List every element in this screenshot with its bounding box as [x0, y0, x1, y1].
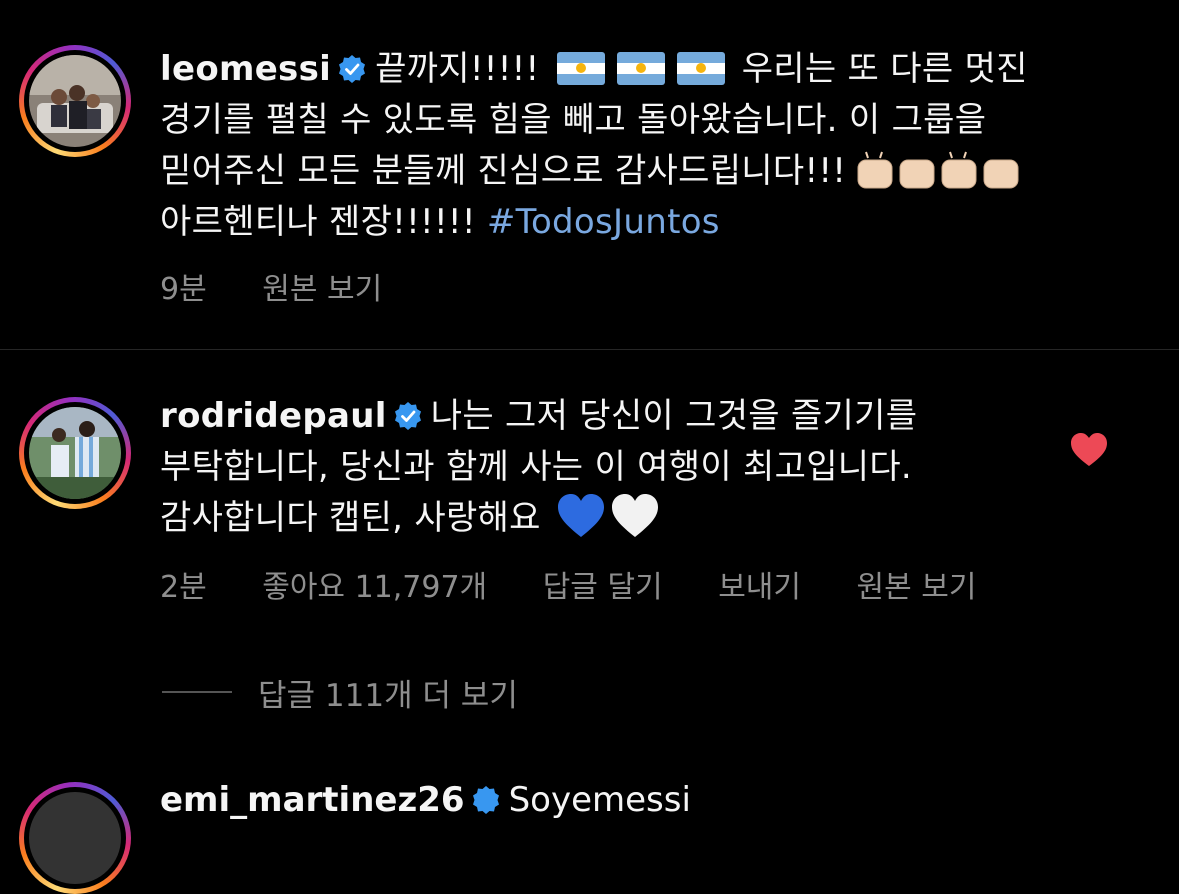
hashtag-link[interactable]: #TodosJuntos [487, 202, 720, 242]
comment-meta: 9분 원본 보기 [160, 264, 428, 308]
comment-meta: 2분 좋아요 11,797개 답글 달기 보내기 원본 보기 [160, 562, 1022, 606]
replies-divider [162, 691, 232, 693]
raised-hands-icon [857, 151, 1019, 189]
username[interactable]: leomessi [160, 49, 331, 89]
view-replies-button[interactable]: 답글 111개 더 보기 [258, 670, 518, 715]
comment-text: leomessi 끝까지!!!!! 우리는 또 다른 멋진 경기를 펼칠 수 있도… [160, 44, 1100, 248]
verified-badge-icon [394, 402, 421, 430]
argentina-flag-icon [676, 52, 725, 85]
verified-badge-icon [472, 786, 499, 814]
avatar-next-comment[interactable] [19, 782, 131, 894]
like-heart-icon[interactable] [1070, 432, 1108, 468]
argentina-flag-icon [616, 52, 665, 85]
username[interactable]: rodridepaul [160, 396, 387, 436]
next-comment: emi_martinez26 Soyemessi [160, 780, 691, 820]
timestamp: 9분 [160, 272, 207, 307]
verified-badge-icon [339, 55, 366, 83]
comment-text: rodridepaul 나는 그저 당신이 그것을 즐기기를 부탁합니다, 당신과… [160, 391, 1030, 544]
comment-text: Soyemessi [508, 780, 691, 820]
username[interactable]: emi_martinez26 [160, 780, 465, 820]
white-heart-icon [611, 494, 658, 537]
reply-button[interactable]: 답글 달기 [543, 570, 663, 605]
comment-text-part1: 끝까지!!!!! [375, 49, 540, 89]
blue-heart-icon [557, 494, 604, 537]
comment-text-part3: 아르헨티나 젠장!!!!!! [160, 202, 476, 242]
divider [0, 349, 1179, 350]
see-original-button[interactable]: 원본 보기 [262, 272, 382, 307]
argentina-flag-icon [556, 52, 605, 85]
see-original-button[interactable]: 원본 보기 [857, 570, 977, 605]
likes-count[interactable]: 좋아요 11,797개 [262, 570, 487, 605]
send-button[interactable]: 보내기 [718, 570, 801, 605]
avatar-rodridepaul[interactable] [19, 397, 131, 509]
timestamp: 2분 [160, 570, 207, 605]
avatar-leomessi[interactable] [19, 45, 131, 157]
